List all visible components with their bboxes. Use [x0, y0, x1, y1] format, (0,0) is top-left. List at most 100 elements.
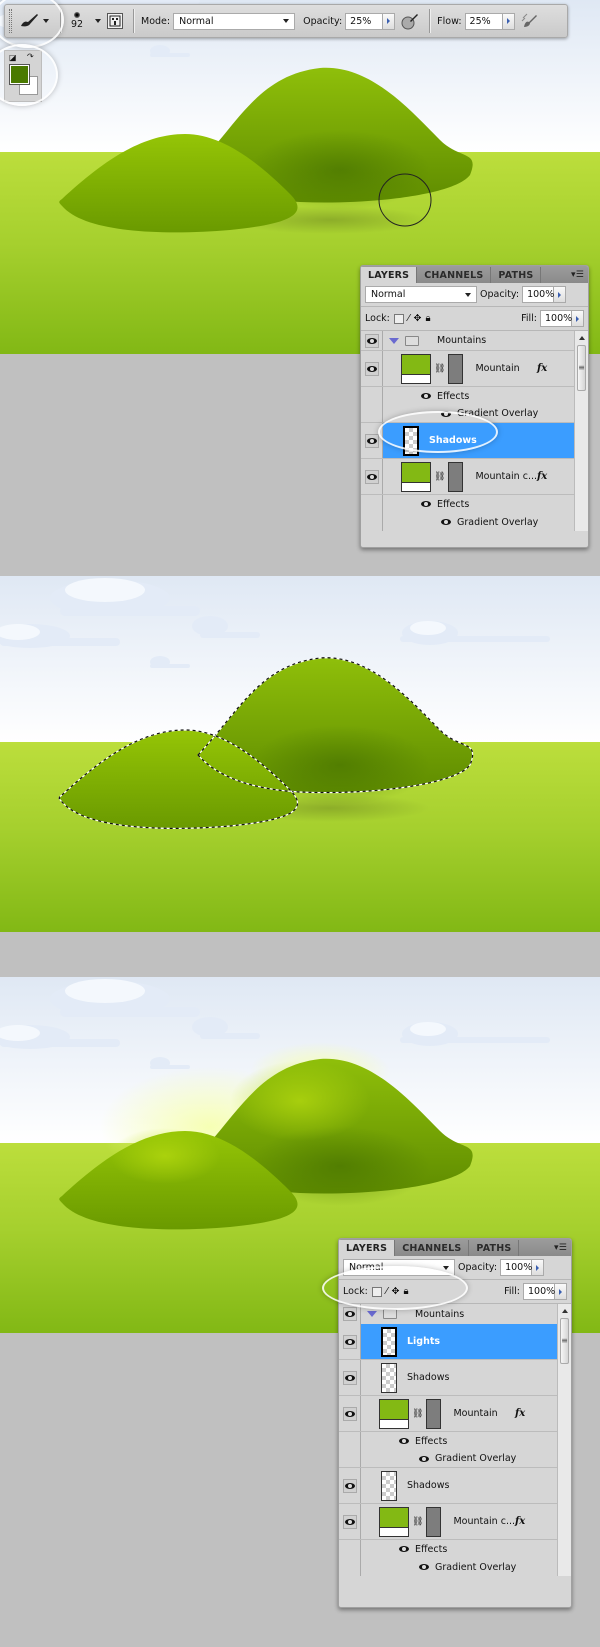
eye-icon	[366, 365, 377, 372]
scroll-thumb[interactable]: ≡	[577, 345, 586, 391]
fill-slider-button[interactable]	[572, 310, 584, 327]
brush-panel-toggle-button[interactable]	[107, 13, 123, 29]
panel-menu-icon[interactable]: ▾☰	[554, 1243, 567, 1253]
layer-opacity-slider-button[interactable]	[554, 286, 567, 303]
eye-icon[interactable]	[419, 1455, 429, 1462]
layer-row-mountain[interactable]: ⛓ Mountain fx	[339, 1396, 571, 1432]
lock-all-icon[interactable]: 🔒︎	[425, 313, 430, 324]
opacity-input[interactable]: 25%	[345, 12, 384, 30]
layer-opacity-input[interactable]: 100%	[522, 286, 554, 303]
opacity-value: 25%	[350, 15, 372, 27]
visibility-toggle[interactable]	[342, 1334, 357, 1349]
panel-menu-icon[interactable]: ▾☰	[571, 270, 584, 280]
visibility-toggle[interactable]	[342, 1307, 357, 1321]
tablet-pressure-opacity-icon[interactable]	[399, 10, 421, 32]
fill-input[interactable]: 100%	[523, 1283, 555, 1300]
airbrush-icon[interactable]	[519, 10, 541, 32]
visibility-toggle[interactable]	[364, 333, 379, 348]
scroll-thumb[interactable]: ≡	[560, 1318, 569, 1364]
eye-icon	[366, 437, 377, 444]
eye-icon[interactable]	[399, 1438, 409, 1444]
layer-row-mountain-copy[interactable]: ⛓ Mountain c... fx	[339, 1504, 571, 1540]
layer-opacity-input[interactable]: 100%	[500, 1259, 532, 1276]
visibility-toggle[interactable]	[364, 469, 379, 484]
folder-icon	[383, 1309, 397, 1319]
layer-row-mountain[interactable]: ⛓ Mountain fx	[361, 351, 588, 387]
visibility-toggle[interactable]	[342, 1370, 357, 1385]
layer-effects-row[interactable]: Effects	[361, 495, 588, 513]
scroll-up-button[interactable]	[575, 331, 588, 345]
lock-label: Lock:	[365, 313, 390, 324]
eye-icon	[344, 1518, 355, 1525]
tab-channels[interactable]: CHANNELS	[395, 1240, 470, 1256]
eye-icon[interactable]	[419, 1564, 429, 1570]
visibility-toggle[interactable]	[342, 1514, 357, 1529]
layer-effect-gradient-overlay[interactable]: Gradient Overlay	[361, 513, 588, 531]
layer-row-shadows[interactable]: Shadows	[339, 1468, 571, 1504]
flow-slider-button[interactable]	[502, 12, 515, 30]
layer-opacity-slider-button[interactable]	[532, 1259, 545, 1276]
scroll-up-button[interactable]	[558, 1304, 571, 1318]
layer-row-group[interactable]: Mountains	[361, 331, 588, 351]
flow-value: 25%	[469, 15, 491, 27]
lock-position-icon[interactable]: ✥	[413, 313, 421, 324]
foreground-color-swatch[interactable]	[9, 64, 30, 85]
fx-icon[interactable]: fx	[515, 1408, 525, 1419]
tab-layers[interactable]: LAYERS	[339, 1240, 396, 1256]
eye-icon[interactable]	[421, 393, 431, 399]
blend-mode-select[interactable]: Normal	[365, 286, 477, 303]
canvas-scene-selection[interactable]	[0, 576, 600, 932]
layer-effects-row[interactable]: Effects	[339, 1432, 571, 1450]
folder-icon	[405, 335, 419, 346]
mode-label: Mode:	[141, 15, 171, 27]
fx-icon[interactable]: fx	[537, 471, 547, 482]
chevron-down-icon	[443, 1265, 449, 1270]
opacity-label: Opacity:	[303, 15, 343, 27]
vector-mask-thumbnail	[426, 1506, 442, 1537]
visibility-toggle[interactable]	[364, 433, 379, 448]
visibility-toggle[interactable]	[364, 361, 379, 376]
eye-icon[interactable]	[421, 501, 431, 507]
vector-mask-thumbnail	[448, 353, 464, 384]
eye-icon[interactable]	[399, 1546, 409, 1552]
layers-scrollbar[interactable]: ≡	[574, 331, 588, 531]
fill-value: 100%	[528, 1286, 556, 1297]
eye-icon	[344, 1374, 355, 1381]
link-icon: ⛓	[434, 471, 446, 482]
layer-effect-gradient-overlay[interactable]: Gradient Overlay	[339, 1558, 571, 1576]
fill-slider-button[interactable]	[555, 1283, 567, 1300]
lock-transparency-icon[interactable]	[393, 313, 404, 324]
tab-paths[interactable]: PATHS	[469, 1240, 520, 1256]
mode-select[interactable]: Normal	[173, 12, 296, 30]
layer-row-mountain-copy[interactable]: ⛓ Mountain c... fx	[361, 459, 588, 495]
fill-label: Fill:	[504, 1286, 520, 1297]
layer-opacity-value: 100%	[505, 1262, 533, 1273]
layer-thumbnail	[379, 1506, 409, 1537]
expand-triangle-icon[interactable]	[367, 1311, 377, 1317]
fill-input[interactable]: 100%	[540, 310, 572, 327]
fx-icon[interactable]: fx	[537, 363, 547, 374]
flow-input[interactable]: 25%	[464, 12, 503, 30]
expand-triangle-icon[interactable]	[389, 337, 399, 344]
fx-icon[interactable]: fx	[515, 1516, 525, 1527]
tab-channels[interactable]: CHANNELS	[417, 267, 492, 283]
layers-scrollbar[interactable]: ≡	[557, 1304, 571, 1576]
layer-effects-row[interactable]: Effects	[339, 1540, 571, 1558]
tab-layers[interactable]: LAYERS	[361, 267, 418, 283]
visibility-toggle[interactable]	[342, 1406, 357, 1421]
visibility-toggle[interactable]	[342, 1478, 357, 1493]
brush-size-picker[interactable]: 92	[65, 12, 89, 30]
vector-mask-thumbnail	[426, 1398, 442, 1429]
layers-panel: LAYERS CHANNELS PATHS ▾☰ Normal Opacity:…	[360, 265, 589, 548]
layer-effect-gradient-overlay[interactable]: Gradient Overlay	[339, 1450, 571, 1468]
layer-effects-row[interactable]: Effects	[361, 387, 588, 405]
layer-row-lights-selected[interactable]: Lights	[339, 1324, 571, 1360]
panel-tabs: LAYERS CHANNELS PATHS ▾☰	[339, 1239, 571, 1256]
opacity-slider-button[interactable]	[383, 12, 396, 30]
tab-paths[interactable]: PATHS	[491, 267, 542, 283]
brush-size-dropdown[interactable]	[95, 19, 101, 23]
layer-row-shadows[interactable]: Shadows	[339, 1360, 571, 1396]
eye-icon[interactable]	[441, 519, 451, 525]
lock-pixels-icon[interactable]: ⁄	[408, 313, 410, 324]
layer-thumbnail	[401, 461, 431, 492]
